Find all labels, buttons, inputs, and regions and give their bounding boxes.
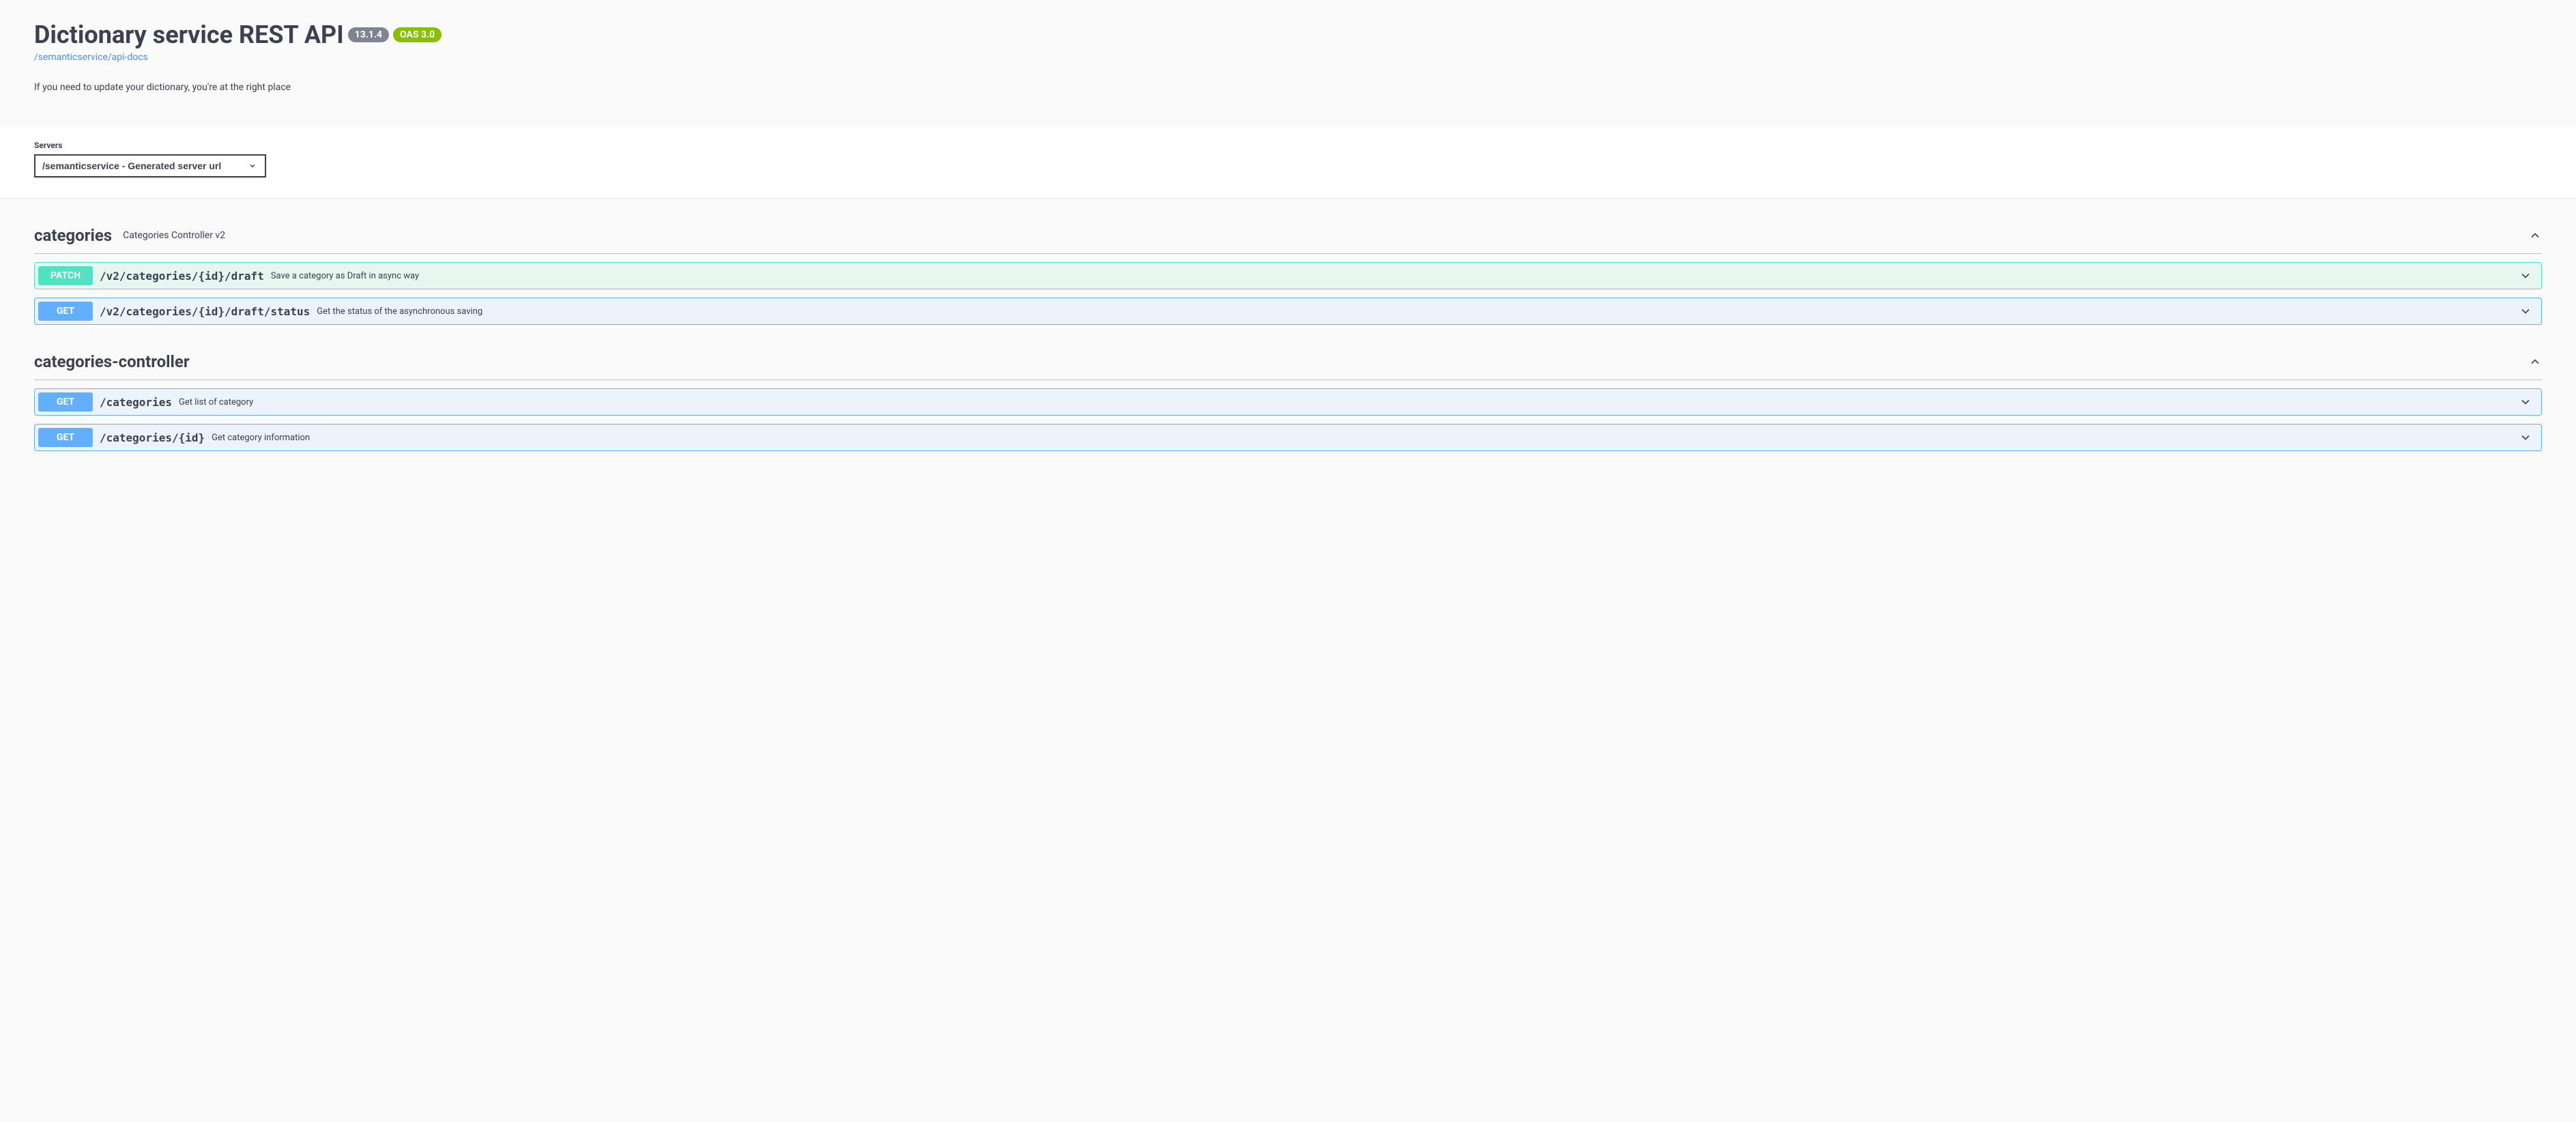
api-docs-link[interactable]: /semanticservice/api-docs [34, 52, 148, 63]
operation-row[interactable]: GET /v2/categories/{id}/draft/status Get… [34, 298, 2542, 325]
operation-summary: Save a category as Draft in async way [271, 271, 2512, 281]
api-description: If you need to update your dictionary, y… [34, 82, 2542, 93]
title-row: Dictionary service REST API 13.1.4 OAS 3… [34, 20, 2542, 49]
method-badge-get: GET [38, 302, 93, 321]
api-title: Dictionary service REST API [34, 20, 344, 49]
operation-row[interactable]: GET /categories Get list of category [34, 388, 2542, 416]
chevron-down-icon [2519, 269, 2532, 283]
operations-section: categories Categories Controller v2 PATC… [0, 219, 2576, 478]
oas-badge: OAS 3.0 [393, 27, 442, 42]
tag-name: categories [34, 226, 112, 245]
version-badge: 13.1.4 [348, 27, 389, 42]
method-badge-get: GET [38, 428, 93, 447]
operation-path: /categories [100, 396, 172, 409]
tag-block-categories-controller: categories-controller GET /categories Ge… [34, 345, 2542, 451]
chevron-down-icon [2519, 431, 2532, 444]
operation-path: /v2/categories/{id}/draft [100, 270, 264, 283]
tag-header[interactable]: categories-controller [34, 345, 2542, 380]
operation-summary: Get list of category [179, 397, 2512, 407]
chevron-down-icon [2519, 304, 2532, 318]
chevron-up-icon [2528, 229, 2542, 242]
server-select[interactable]: /semanticservice - Generated server url [34, 154, 266, 177]
chevron-up-icon [2528, 355, 2542, 369]
servers-section: Servers /semanticservice - Generated ser… [0, 127, 2576, 199]
operation-summary: Get the status of the asynchronous savin… [317, 306, 2512, 317]
operation-path: /categories/{id} [100, 431, 205, 444]
tag-name: categories-controller [34, 352, 190, 371]
servers-label: Servers [34, 141, 2542, 150]
operation-row[interactable]: PATCH /v2/categories/{id}/draft Save a c… [34, 262, 2542, 289]
operation-path: /v2/categories/{id}/draft/status [100, 305, 310, 318]
info-header: Dictionary service REST API 13.1.4 OAS 3… [0, 0, 2576, 127]
operation-row[interactable]: GET /categories/{id} Get category inform… [34, 424, 2542, 451]
method-badge-patch: PATCH [38, 266, 93, 285]
chevron-down-icon [2519, 395, 2532, 409]
operation-summary: Get category information [212, 433, 2512, 443]
tag-description: Categories Controller v2 [123, 230, 2517, 241]
tag-header[interactable]: categories Categories Controller v2 [34, 219, 2542, 254]
method-badge-get: GET [38, 392, 93, 412]
tag-block-categories: categories Categories Controller v2 PATC… [34, 219, 2542, 325]
